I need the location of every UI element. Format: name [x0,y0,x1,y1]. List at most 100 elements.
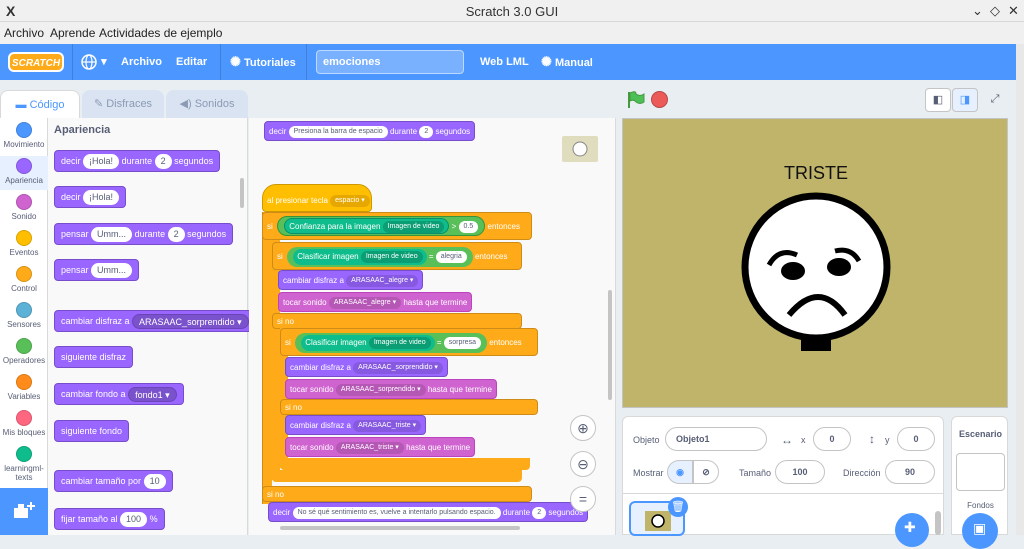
block-next-costume[interactable]: siguiente disfraz [54,346,134,368]
block-think-for[interactable]: pensar Umm... durante 2 segundos [54,223,234,245]
sprite-list-scrollbar[interactable] [935,511,941,535]
script-hat-key-pressed[interactable]: al presionar tecla espacio ▾ [262,184,372,212]
block-input[interactable]: 2 [154,154,172,170]
block-input[interactable]: Imagen de video [382,220,445,233]
add-extension-button[interactable] [0,488,48,535]
category-variables[interactable]: Variables [0,374,48,401]
script-else-2[interactable]: si no [280,399,538,415]
script-else-1[interactable]: si no [272,313,522,329]
close-icon[interactable]: ✕ [1008,3,1019,19]
manual-button[interactable]: ✺ Manual [541,44,593,80]
block-change-size[interactable]: cambiar tamaño por 10 [54,470,173,492]
script-if-confidence[interactable]: si Confianza para la imagen Imagen de vi… [262,212,532,240]
script-if-surprise[interactable]: si Clasificar imagen Imagen de video = s… [280,328,538,356]
block-switch-backdrop[interactable]: cambiar fondo a fondo1 ▾ [54,383,184,405]
category-motion[interactable]: Movimiento [0,122,48,149]
block-switch-costume[interactable]: cambiar disfraz a ARASAAC_sorprendido ▾ [54,310,256,332]
zoom-reset-button[interactable]: = [570,486,596,512]
zoom-in-button[interactable]: ⊕ [570,415,596,441]
script-costume-sad[interactable]: cambiar disfraz a ARASAAC_triste ▾ [285,415,427,435]
block-say-for[interactable]: decir ¡Hola! durante 2 segundos [54,150,221,172]
script-if-happy[interactable]: si Clasificar imagen Imagen de video = a… [272,242,522,270]
costume-dropdown[interactable]: ARASAAC_sorprendido ▾ [132,314,249,330]
tutorials-button[interactable]: ✺ Tutoriales [230,44,296,80]
maximize-icon[interactable]: ◇ [990,3,1000,19]
block-input[interactable]: ¡Hola! [83,154,120,170]
costume-dropdown[interactable]: ARASAAC_triste ▾ [353,419,422,432]
block-say[interactable]: decir ¡Hola! [54,186,127,208]
web-lml-link[interactable]: Web LML [480,44,529,80]
block-next-backdrop[interactable]: siguiente fondo [54,420,130,442]
menu-file[interactable]: Archivo [121,44,162,80]
size-input[interactable]: 100 [775,460,825,484]
block-set-size[interactable]: fijar tamaño al 100 % [54,508,165,530]
block-input[interactable]: 2 [419,125,434,138]
add-backdrop-button[interactable]: ▣ [962,513,998,549]
zoom-out-button[interactable]: ⊖ [570,451,596,477]
menu-aprende[interactable]: Aprende [50,26,95,40]
block-input[interactable]: 2 [532,506,547,519]
tab-code[interactable]: ▬ Código [0,90,80,118]
block-input[interactable]: sorpresa [443,336,481,349]
sad-face-sprite[interactable] [739,191,893,353]
category-my-blocks[interactable]: Mis bloques [0,410,48,437]
fullscreen-button[interactable]: ⤢ [982,88,1008,112]
script-sound-sad[interactable]: tocar sonido ARASAAC_triste ▾ hasta que … [285,437,476,457]
stage-canvas[interactable]: TRISTE [622,118,1008,408]
script-else-3[interactable]: si no [262,486,532,502]
category-sound[interactable]: Sonido [0,194,48,221]
category-operators[interactable]: Operadores [0,338,48,365]
small-stage-button[interactable]: ◧ [925,88,951,112]
script-scrollbar-vertical[interactable] [608,290,612,400]
block-input[interactable]: Umm... [91,263,133,279]
costume-dropdown[interactable]: ARASAAC_sorprendido ▾ [353,361,443,374]
window-scrollbar[interactable] [1016,44,1024,535]
script-sound-surprise[interactable]: tocar sonido ARASAAC_sorprendido ▾ hasta… [285,379,497,399]
block-input[interactable]: ¡Hola! [83,190,120,206]
category-events[interactable]: Eventos [0,230,48,257]
block-input[interactable]: Imagen de video [368,336,431,349]
block-input[interactable]: 0.5 [458,220,479,233]
block-input[interactable]: 100 [120,512,148,528]
tab-costumes[interactable]: ✎ Disfraces [82,90,164,118]
palette-scrollbar[interactable] [240,178,244,208]
script-sound-happy[interactable]: tocar sonido ARASAAC_alegre ▾ hasta que … [278,292,473,312]
key-dropdown[interactable]: espacio ▾ [330,194,370,207]
block-input[interactable]: 2 [167,227,185,243]
sound-dropdown[interactable]: ARASAAC_alegre ▾ [328,296,402,309]
category-sensing[interactable]: Sensores [0,302,48,329]
menu-actividades[interactable]: Actividades de ejemplo [99,26,222,40]
language-button[interactable]: ▾ [80,44,107,80]
block-input[interactable]: Umm... [91,227,133,243]
show-hidden-button[interactable]: ⊘ [693,460,719,484]
green-flag-button[interactable] [626,90,646,113]
block-input[interactable]: Imagen de video [360,250,423,263]
script-costume-surprise[interactable]: cambiar disfraz a ARASAAC_sorprendido ▾ [285,357,448,377]
block-input[interactable]: alegria [435,250,467,263]
delete-sprite-button[interactable]: 🗑 [668,497,688,517]
sprite-name-input[interactable]: Objeto1 [665,427,767,451]
menu-archivo[interactable]: Archivo [4,26,44,40]
sound-dropdown[interactable]: ARASAAC_triste ▾ [335,441,404,454]
project-title-input[interactable]: emociones [316,50,464,74]
category-learningml-texts[interactable]: learningml-texts [0,446,48,482]
backdrop-thumbnail[interactable] [956,453,1005,491]
tab-sounds[interactable]: ◀) Sonidos [166,90,248,118]
add-sprite-button[interactable]: ✚ [895,513,929,547]
category-control[interactable]: Control [0,266,48,293]
sound-dropdown[interactable]: ARASAAC_sorprendido ▾ [335,383,426,396]
stop-button[interactable] [651,91,668,108]
script-costume-happy[interactable]: cambiar disfraz a ARASAAC_alegre ▾ [278,270,424,290]
normal-stage-button[interactable]: ◨ [952,88,978,112]
menu-edit[interactable]: Editar [176,44,207,80]
y-input[interactable]: 0 [897,427,935,451]
script-say-top[interactable]: decir Presiona la barra de espacio duran… [264,121,476,141]
block-think[interactable]: pensar Umm... [54,259,140,281]
show-visible-button[interactable]: ◉ [667,460,693,484]
x-input[interactable]: 0 [813,427,851,451]
category-looks[interactable]: Apariencia [0,156,48,190]
block-input[interactable]: No sé qué sentimiento es, vuelve a inten… [292,506,501,519]
direction-input[interactable]: 90 [885,460,935,484]
minimize-icon[interactable]: ⌄ [972,3,983,19]
script-say-bottom[interactable]: decir No sé qué sentimiento es, vuelve a… [268,502,589,522]
